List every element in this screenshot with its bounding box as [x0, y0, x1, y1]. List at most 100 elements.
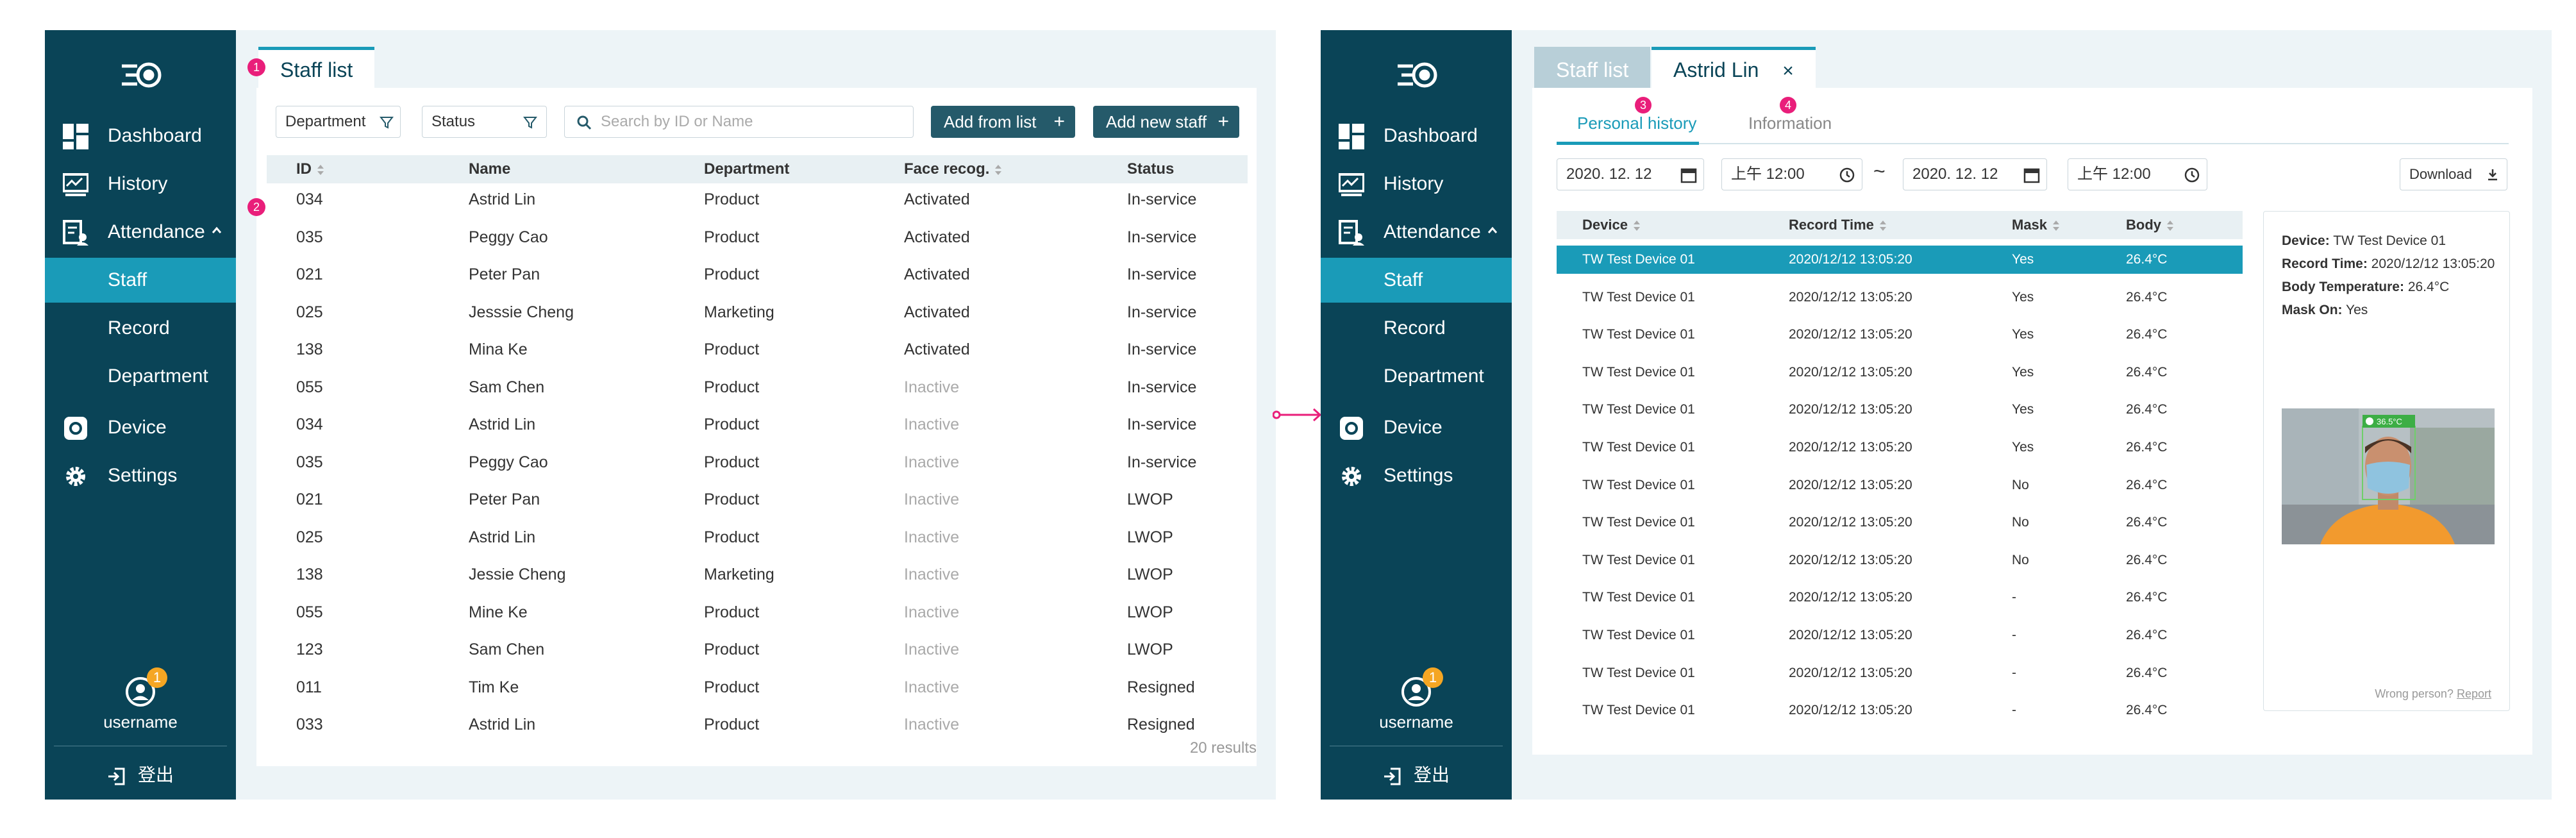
col-face-recog[interactable]: Face recog.	[904, 155, 1002, 183]
add-from-list-button[interactable]: Add from list +	[931, 106, 1075, 138]
table-row[interactable]: 021 Peter Pan Product Inactive LWOP	[267, 485, 1248, 514]
close-icon[interactable]: ×	[1782, 60, 1794, 81]
table-row[interactable]: TW Test Device 01 2020/12/12 13:05:20 No 26…	[1557, 508, 2243, 537]
nav-record-label: Record	[1384, 317, 1446, 339]
department-filter[interactable]: Department	[276, 106, 401, 138]
table-row[interactable]: 021 Peter Pan Product Activated In-service	[267, 260, 1248, 289]
cell-id: 021	[296, 490, 323, 508]
nav-history[interactable]: History	[1321, 162, 1512, 206]
nav-staff[interactable]: Staff	[45, 258, 236, 303]
tab-staff-list[interactable]: Staff list	[258, 47, 375, 88]
table-row[interactable]: 035 Peggy Cao Product Activated In-service	[267, 223, 1248, 251]
subtab-information[interactable]: Information	[1748, 113, 1832, 133]
cell-face-recog: Inactive	[904, 716, 960, 733]
date-from-picker[interactable]: 2020. 12. 12	[1557, 158, 1704, 190]
subtab-personal-history[interactable]: Personal history	[1577, 113, 1696, 133]
table-row[interactable]: 055 Mine Ke Product Inactive LWOP	[267, 598, 1248, 626]
tab-person[interactable]: Astrid Lin ×	[1652, 47, 1816, 88]
table-row[interactable]: TW Test Device 01 2020/12/12 13:05:20 No 26…	[1557, 546, 2243, 574]
history-table-header: Device Record Time Mask Body	[1557, 211, 2243, 239]
logout-button[interactable]: 登出	[45, 761, 236, 787]
user-block[interactable]: 1 username	[1321, 667, 1512, 732]
nav-attendance[interactable]: Attendance	[45, 210, 236, 255]
cell-body: 26.4°C	[2126, 590, 2168, 605]
date-to-picker[interactable]: 2020. 12. 12	[1903, 158, 2047, 190]
col-device[interactable]: Device	[1582, 211, 1641, 239]
nav-settings[interactable]: Settings	[1321, 453, 1512, 498]
table-row[interactable]: 025 Astrid Lin Product Inactive LWOP	[267, 523, 1248, 551]
cell-name: Astrid Lin	[469, 415, 536, 433]
table-row[interactable]: TW Test Device 01 2020/12/12 13:05:20 - 26.…	[1557, 583, 2243, 612]
table-row[interactable]: 123 Sam Chen Product Inactive LWOP	[267, 635, 1248, 664]
table-row[interactable]: 034 Astrid Lin Product Activated In-service	[267, 185, 1248, 214]
col-body[interactable]: Body	[2126, 211, 2174, 239]
nav-device[interactable]: Device	[1321, 405, 1512, 450]
download-button[interactable]: Download	[2400, 158, 2507, 190]
table-row[interactable]: TW Test Device 01 2020/12/12 13:05:20 - 26.…	[1557, 696, 2243, 725]
col-mask-label: Mask	[2012, 217, 2048, 233]
tab-staff-list[interactable]: Staff list	[1534, 47, 1651, 88]
table-row[interactable]: 138 Jessie Cheng Marketing Inactive LWOP	[267, 560, 1248, 589]
time-to-picker[interactable]: 上午 12:00	[2068, 158, 2207, 190]
nav-dashboard[interactable]: Dashboard	[1321, 113, 1512, 158]
table-row[interactable]: 034 Astrid Lin Product Inactive In-service	[267, 410, 1248, 439]
nav-device[interactable]: Device	[45, 405, 236, 450]
cell-body: 26.4°C	[2126, 402, 2168, 417]
nav-record[interactable]: Record	[45, 306, 236, 351]
cell-department: Product	[704, 228, 760, 246]
table-row[interactable]: TW Test Device 01 2020/12/12 13:05:20 Yes 2…	[1557, 246, 2243, 274]
history-icon	[1339, 173, 1364, 196]
nav-record[interactable]: Record	[1321, 306, 1512, 351]
table-row[interactable]: 011 Tim Ke Product Inactive Resigned	[267, 673, 1248, 701]
download-label: Download	[2409, 166, 2472, 182]
sidebar: Dashboard History Attendance Staff Recor…	[45, 30, 236, 800]
status-filter[interactable]: Status	[422, 106, 547, 138]
nav-staff[interactable]: Staff	[1321, 258, 1512, 303]
wrong-person-text: Wrong person? Report	[2375, 687, 2491, 701]
col-record-time[interactable]: Record Time	[1789, 211, 1887, 239]
table-row[interactable]: TW Test Device 01 2020/12/12 13:05:20 Yes 2…	[1557, 321, 2243, 349]
username: username	[103, 712, 178, 732]
nav-attendance[interactable]: Attendance	[1321, 210, 1512, 255]
table-row[interactable]: 138 Mina Ke Product Activated In-service	[267, 335, 1248, 364]
report-link[interactable]: Report	[2457, 687, 2491, 700]
avatar: 1	[1401, 667, 1443, 707]
cell-record-time: 2020/12/12 13:05:20	[1789, 402, 1912, 417]
detail-time-label: Record Time:	[2282, 256, 2368, 271]
cell-device: TW Test Device 01	[1582, 628, 1695, 642]
table-row[interactable]: 025 Jesssie Cheng Marketing Activated In-ser…	[267, 298, 1248, 326]
nav-department[interactable]: Department	[1321, 354, 1512, 399]
col-id[interactable]: ID	[296, 155, 324, 183]
table-row[interactable]: TW Test Device 01 2020/12/12 13:05:20 Yes 2…	[1557, 283, 2243, 312]
logout-button[interactable]: 登出	[1321, 761, 1512, 787]
table-row[interactable]: TW Test Device 01 2020/12/12 13:05:20 Yes 2…	[1557, 396, 2243, 424]
filter-icon	[380, 117, 394, 129]
user-block[interactable]: 1 username	[45, 667, 236, 732]
table-row[interactable]: TW Test Device 01 2020/12/12 13:05:20 Yes 2…	[1557, 433, 2243, 462]
table-row[interactable]: TW Test Device 01 2020/12/12 13:05:20 Yes 2…	[1557, 358, 2243, 387]
cell-mask: -	[2012, 703, 2016, 718]
nav-settings[interactable]: Settings	[45, 453, 236, 498]
table-row[interactable]: TW Test Device 01 2020/12/12 13:05:20 No 26…	[1557, 471, 2243, 499]
results-count: 20 results	[1189, 739, 1257, 757]
calendar-icon	[1680, 168, 1697, 183]
add-new-staff-button[interactable]: Add new staff +	[1093, 106, 1239, 138]
tab-staff-list-label: Staff list	[280, 58, 353, 81]
table-row[interactable]: 033 Astrid Lin Product Inactive Resigned	[267, 710, 1248, 739]
cell-mask: Yes	[2012, 402, 2034, 417]
nav-history[interactable]: History	[45, 162, 236, 206]
cell-id: 138	[296, 566, 323, 583]
cell-record-time: 2020/12/12 13:05:20	[1789, 364, 1912, 380]
time-from-picker[interactable]: 上午 12:00	[1721, 158, 1862, 190]
col-id-label: ID	[296, 160, 312, 178]
table-row[interactable]: 035 Peggy Cao Product Inactive In-service	[267, 448, 1248, 476]
cell-face-recog: Inactive	[904, 453, 960, 471]
table-row[interactable]: TW Test Device 01 2020/12/12 13:05:20 - 26.…	[1557, 659, 2243, 687]
search-input[interactable]: Search by ID or Name	[564, 106, 914, 138]
table-row[interactable]: 055 Sam Chen Product Inactive In-service	[267, 373, 1248, 401]
table-row[interactable]: TW Test Device 01 2020/12/12 13:05:20 - 26.…	[1557, 621, 2243, 649]
nav-dashboard[interactable]: Dashboard	[45, 113, 236, 158]
col-mask[interactable]: Mask	[2012, 211, 2060, 239]
nav-department[interactable]: Department	[45, 354, 236, 399]
cell-record-time: 2020/12/12 13:05:20	[1789, 477, 1912, 492]
